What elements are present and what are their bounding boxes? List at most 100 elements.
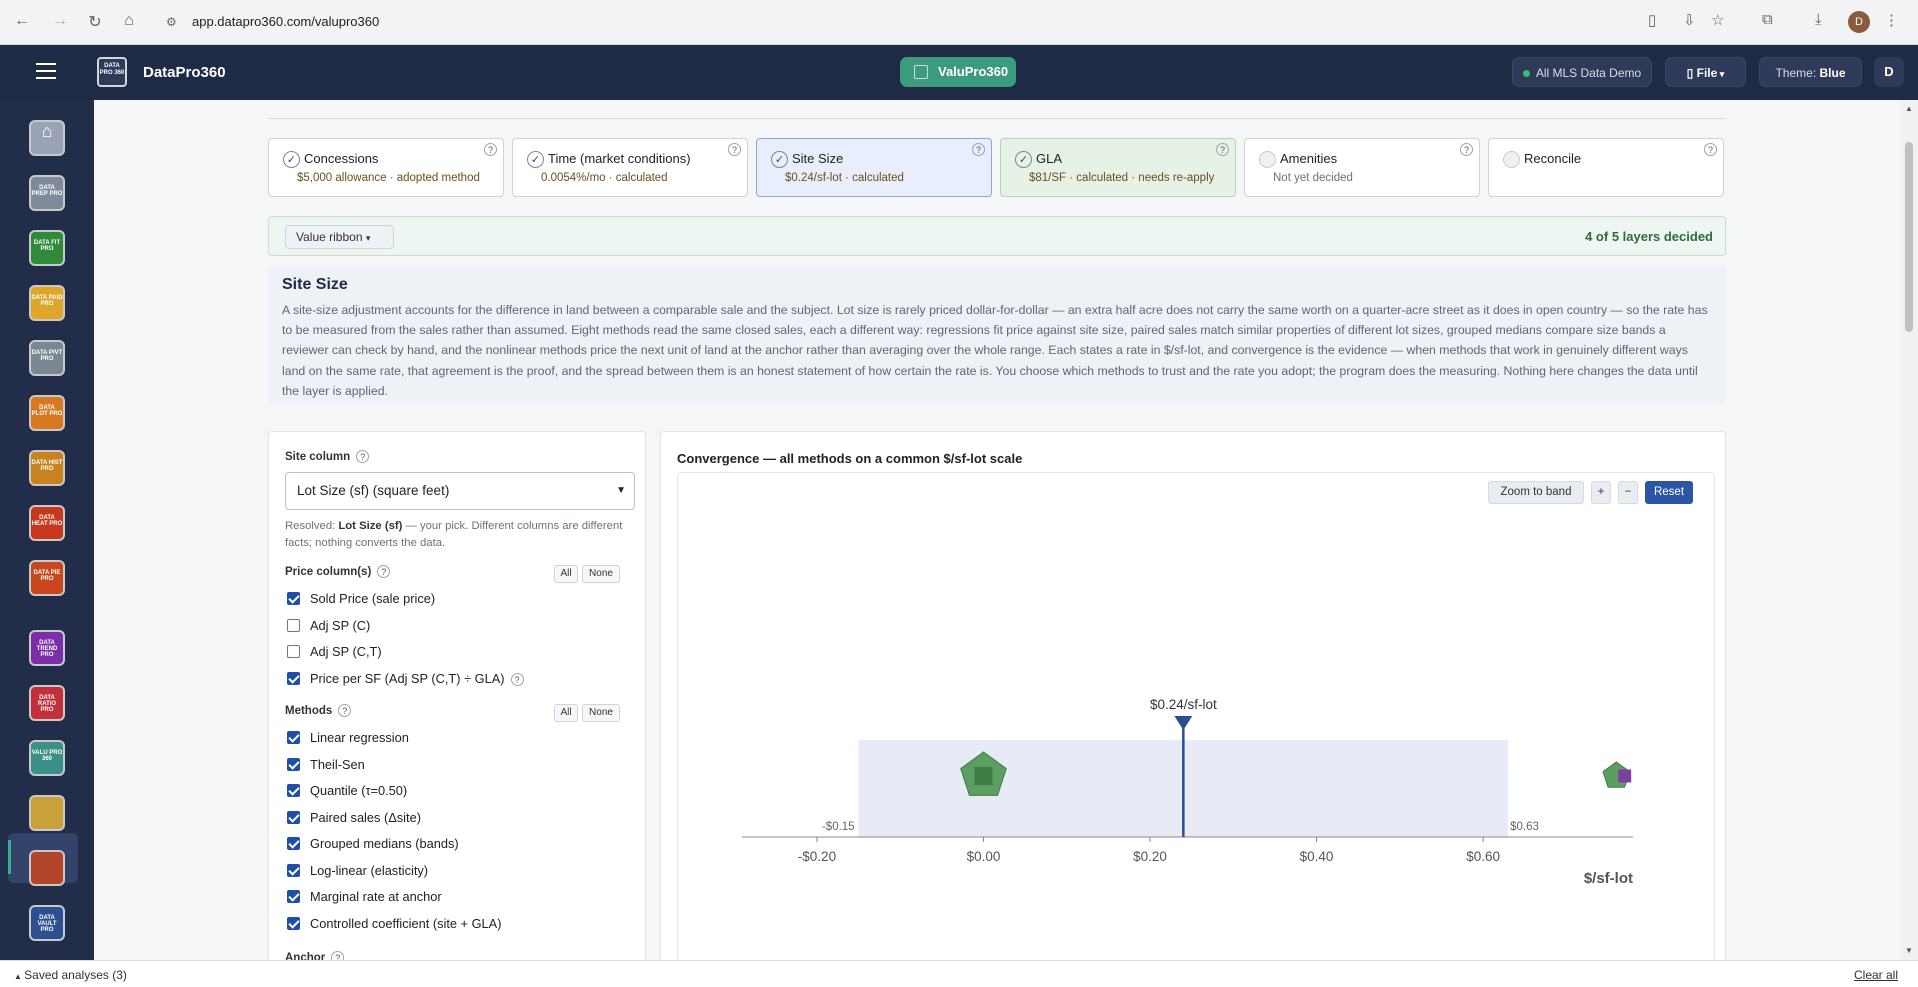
price-columns-label-text: Price column(s): [285, 566, 372, 578]
checkbox[interactable]: [287, 731, 300, 744]
sidebar-item-home[interactable]: ⌂: [29, 120, 65, 156]
convergence-chart[interactable]: Zoom to band + − Reset -$0.20 $0.00 $0.20 $…: [677, 472, 1715, 960]
layer-card-time-market-conditions[interactable]: ✓ Time (market conditions) 0.0054%/mo · ca…: [512, 138, 748, 197]
x-tick-label: -$0.20: [798, 849, 836, 864]
checkbox-item[interactable]: Paired sales (Δsite): [287, 810, 421, 828]
checkbox[interactable]: [287, 863, 300, 877]
sidebar-item-data-hist-pro[interactable]: DATA HIST PRO: [29, 450, 65, 486]
user-avatar[interactable]: D: [1874, 57, 1904, 87]
layer-card-gla[interactable]: ✓ GLA $81/SF · calculated · needs re-apply…: [1000, 138, 1236, 197]
browser-profile-avatar[interactable]: D: [1848, 11, 1870, 33]
help-icon[interactable]: ?: [338, 704, 352, 717]
help-icon[interactable]: ?: [728, 143, 741, 156]
sidebar-item-grid-app[interactable]: [29, 795, 65, 831]
checkbox[interactable]: [287, 890, 300, 903]
sidebar-item-data-heat-pro[interactable]: DATA HEAT PRO: [29, 505, 65, 541]
reload-icon[interactable]: ↻: [85, 12, 105, 32]
sidebar-item-data-plot-pro[interactable]: DATA PLOT PRO: [29, 395, 65, 431]
check-circle-icon: ✓: [283, 151, 300, 168]
checkbox-item[interactable]: Linear regression: [287, 730, 409, 748]
sidebar-item-data-trend-pro[interactable]: DATA TREND PRO: [29, 630, 65, 666]
site-info-icon[interactable]: ⚙: [166, 8, 177, 36]
help-icon[interactable]: ?: [331, 951, 345, 960]
methods-all-button[interactable]: All: [554, 704, 578, 722]
layer-card-amenities[interactable]: Amenities Not yet decided?: [1244, 138, 1480, 197]
extensions-icon[interactable]: ⧉: [1762, 11, 1773, 28]
checkbox[interactable]: [287, 916, 300, 930]
install-icon[interactable]: ⇩: [1683, 11, 1696, 29]
active-app-pill[interactable]: ValuPro360: [900, 57, 1016, 87]
checkbox-item[interactable]: Sold Price (sale price): [287, 591, 435, 609]
bookmark-star-icon[interactable]: ☆: [1711, 11, 1724, 29]
checkbox[interactable]: [287, 671, 300, 685]
checkbox-item[interactable]: Quantile (τ=0.50): [287, 783, 407, 801]
section-divider: [268, 118, 1726, 119]
help-icon[interactable]: ?: [972, 143, 985, 156]
scroll-thumb[interactable]: [1905, 142, 1913, 332]
mls-data-button[interactable]: All MLS Data Demo: [1512, 57, 1652, 87]
checkbox[interactable]: [287, 645, 300, 658]
sidebar-item-data-prep-pro[interactable]: DATA PREP PRO: [29, 175, 65, 211]
back-icon[interactable]: ←: [12, 12, 32, 30]
help-icon[interactable]: ?: [377, 565, 391, 578]
sidebar-item-data-paid-pro[interactable]: DATA PAID PRO: [29, 285, 65, 321]
help-icon[interactable]: ?: [1216, 143, 1229, 156]
checkbox-item[interactable]: Adj SP (C): [287, 618, 370, 636]
sidebar-item-chart-app[interactable]: [29, 850, 65, 886]
checkbox-item[interactable]: Log-linear (elasticity): [287, 863, 428, 881]
adopted-rate-marker: [1174, 716, 1193, 730]
site-column-label-text: Site column: [285, 451, 351, 463]
checkbox-item[interactable]: Adj SP (C,T): [287, 644, 382, 662]
theme-button[interactable]: Theme: Blue: [1759, 57, 1862, 87]
checkbox[interactable]: [287, 837, 300, 850]
price-none-button[interactable]: None: [582, 565, 620, 583]
saved-analyses-bar: ▲ Saved analyses (3) Clear all: [0, 960, 1918, 987]
downloads-icon[interactable]: ⤓: [1815, 11, 1822, 28]
checkbox[interactable]: [287, 810, 300, 824]
page-scrollbar[interactable]: ▲ ▼: [1900, 100, 1918, 960]
scroll-up-icon[interactable]: ▲: [1905, 104, 1913, 113]
price-all-button[interactable]: All: [554, 565, 578, 583]
layer-card-concessions[interactable]: ✓ Concessions $5,000 allowance · adopted m…: [268, 138, 504, 197]
clear-all-link[interactable]: Clear all: [1854, 968, 1898, 982]
checkbox-item[interactable]: Controlled coefficient (site + GLA): [287, 916, 501, 934]
home-icon[interactable]: ⌂: [119, 12, 139, 30]
checkbox[interactable]: [287, 592, 300, 605]
methods-none-button[interactable]: None: [582, 704, 620, 722]
sidebar-item-valu-pro-360[interactable]: VALU PRO 360: [29, 740, 65, 776]
convergence-panel: Convergence — all methods on a common $/…: [660, 431, 1726, 960]
checkbox[interactable]: [287, 618, 300, 632]
sidebar-item-data-pivt-pro[interactable]: DATA PIVT PRO: [29, 340, 65, 376]
layer-name: Site Size: [792, 151, 844, 166]
page-icon[interactable]: ▯: [1648, 11, 1656, 29]
layer-card-site-size[interactable]: ✓ Site Size $0.24/sf-lot · calculated?: [756, 138, 992, 197]
checkbox-item[interactable]: Price per SF (Adj SP (C,T) ÷ GLA)?: [287, 671, 524, 689]
address-bar[interactable]: ⚙ app.datapro360.com/valupro360: [158, 8, 1638, 36]
sidebar-item-data-fit-pro[interactable]: DATA FIT PRO: [29, 230, 65, 266]
hamburger-menu-icon[interactable]: [36, 63, 56, 79]
checkbox[interactable]: [287, 757, 300, 771]
checkbox-item[interactable]: Grouped medians (bands): [287, 836, 459, 854]
checkbox-item[interactable]: Marginal rate at anchor: [287, 889, 442, 907]
help-icon[interactable]: ?: [484, 143, 497, 156]
forward-icon[interactable]: →: [50, 12, 70, 30]
sidebar-item-data-vault-pro[interactable]: DATA VAULT PRO: [29, 905, 65, 941]
layer-card-reconcile[interactable]: Reconcile?: [1488, 138, 1724, 197]
menu-dots-icon[interactable]: ⋮: [1884, 11, 1899, 29]
help-icon[interactable]: ?: [1460, 143, 1473, 156]
help-icon[interactable]: ?: [1704, 143, 1717, 156]
checkbox[interactable]: [287, 784, 300, 797]
checkbox-item[interactable]: Theil-Sen: [287, 757, 365, 775]
help-icon[interactable]: ?: [356, 450, 370, 463]
scroll-down-icon[interactable]: ▼: [1905, 946, 1913, 955]
anchor-label: Anchor?: [285, 951, 345, 960]
theme-value: Blue: [1819, 66, 1846, 80]
sidebar-item-data-pie-pro[interactable]: DATA PIE PRO: [29, 560, 65, 596]
site-column-select[interactable]: Lot Size (sf) (square feet) ▼: [285, 472, 635, 510]
value-ribbon-button[interactable]: Value ribbon ▾: [285, 225, 394, 249]
section-title: Site Size: [282, 276, 348, 293]
help-icon[interactable]: ?: [510, 672, 524, 686]
file-menu-button[interactable]: ▯ File ▾: [1665, 57, 1746, 87]
sidebar-item-data-ratio-pro[interactable]: DATA RATIO PRO: [29, 685, 65, 721]
saved-analyses-toggle[interactable]: ▲ Saved analyses (3): [14, 968, 127, 982]
